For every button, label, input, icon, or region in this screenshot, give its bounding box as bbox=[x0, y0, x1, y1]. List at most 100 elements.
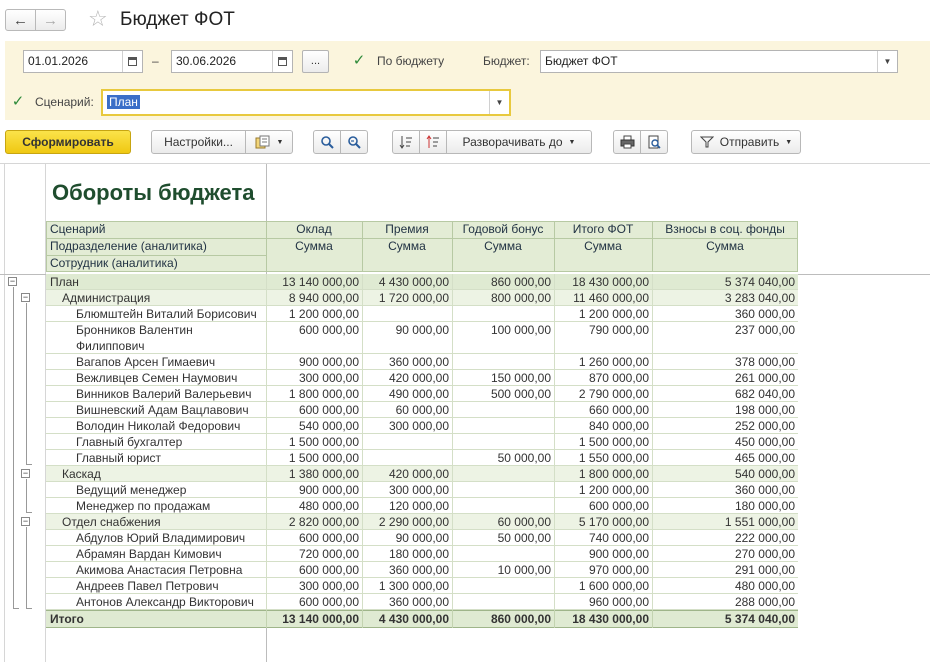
value-cell: 378 000,00 bbox=[734, 355, 795, 369]
print-preview-button[interactable] bbox=[640, 130, 668, 154]
value-cell: 600 000,00 bbox=[588, 499, 649, 513]
column-subheader: Сумма bbox=[388, 239, 426, 253]
value-cell: 960 000,00 bbox=[588, 595, 649, 609]
page-title: Бюджет ФОТ bbox=[120, 9, 235, 30]
value-cell: 420 000,00 bbox=[388, 371, 449, 385]
value-cell: 60 000,00 bbox=[497, 515, 551, 529]
value-cell: 1 800 000,00 bbox=[288, 387, 359, 401]
by-budget-label: По бюджету bbox=[377, 54, 445, 68]
collapse-group-icon[interactable]: − bbox=[21, 517, 30, 526]
by-budget-checkbox[interactable]: ✓ bbox=[351, 52, 367, 69]
total-value-cell: 18 430 000,00 bbox=[572, 612, 649, 626]
value-cell: 360 000,00 bbox=[734, 307, 795, 321]
value-cell: 5 170 000,00 bbox=[578, 515, 649, 529]
date-from-value: 01.01.2026 bbox=[28, 54, 89, 68]
date-to-calendar-button[interactable] bbox=[272, 51, 292, 72]
header-row-divider bbox=[46, 255, 266, 256]
report-spreadsheet[interactable]: Обороты бюджета Сценарий Подразделение (а… bbox=[0, 163, 930, 662]
cell-divider bbox=[452, 354, 453, 370]
report-parameters-panel: 01.01.2026 – 30.06.2026 ... ✓ По бюджету… bbox=[5, 41, 930, 120]
total-value-cell: 860 000,00 bbox=[490, 612, 551, 626]
value-cell: 360 000,00 bbox=[388, 595, 449, 609]
cell-divider bbox=[452, 498, 453, 514]
value-cell: 1 551 000,00 bbox=[724, 515, 795, 529]
outline-bracket bbox=[26, 479, 27, 512]
outline-bracket bbox=[26, 527, 27, 608]
value-cell: 540 000,00 bbox=[298, 419, 359, 433]
forward-button[interactable]: → bbox=[35, 9, 66, 31]
period-select-button[interactable]: ... bbox=[302, 50, 329, 73]
value-cell: 1 500 000,00 bbox=[288, 451, 359, 465]
column-header: Итого ФОТ bbox=[572, 222, 634, 236]
collapse-group-icon[interactable]: − bbox=[8, 277, 17, 286]
value-cell: 300 000,00 bbox=[388, 483, 449, 497]
cell-divider bbox=[452, 434, 453, 450]
row-label: Отдел снабжения bbox=[62, 515, 161, 529]
value-cell: 480 000,00 bbox=[298, 499, 359, 513]
value-cell: 870 000,00 bbox=[588, 371, 649, 385]
row-label: План bbox=[50, 275, 79, 289]
find-next-button[interactable] bbox=[340, 130, 368, 154]
back-button[interactable]: ← bbox=[5, 9, 36, 31]
value-cell: 660 000,00 bbox=[588, 403, 649, 417]
date-from-field[interactable]: 01.01.2026 bbox=[23, 50, 143, 73]
value-cell: 300 000,00 bbox=[298, 579, 359, 593]
print-button[interactable] bbox=[613, 130, 641, 154]
outline-gutter-border bbox=[4, 164, 5, 662]
value-cell: 360 000,00 bbox=[388, 563, 449, 577]
budget-field[interactable]: Бюджет ФОТ ▼ bbox=[540, 50, 898, 73]
scenario-checkbox[interactable]: ✓ bbox=[10, 93, 26, 110]
row-label: Володин Николай Федорович bbox=[76, 419, 241, 433]
scenario-label: Сценарий: bbox=[35, 95, 94, 109]
row-header-label: Сотрудник (аналитика) bbox=[50, 256, 178, 270]
checkmark-icon: ✓ bbox=[352, 52, 366, 69]
generate-button[interactable]: Сформировать bbox=[5, 130, 131, 154]
value-cell: 720 000,00 bbox=[298, 547, 359, 561]
value-cell: 465 000,00 bbox=[734, 451, 795, 465]
budget-dropdown-button[interactable]: ▼ bbox=[877, 51, 897, 72]
row-label: Вагапов Арсен Гимаевич bbox=[76, 355, 216, 369]
search-icon bbox=[321, 136, 334, 149]
collapse-groups-button[interactable] bbox=[392, 130, 420, 154]
value-cell: 1 720 000,00 bbox=[378, 291, 449, 305]
value-cell: 1 550 000,00 bbox=[578, 451, 649, 465]
value-cell: 1 200 000,00 bbox=[578, 483, 649, 497]
favorite-star-icon[interactable]: ☆ bbox=[88, 7, 108, 31]
value-cell: 261 000,00 bbox=[734, 371, 795, 385]
value-cell: 490 000,00 bbox=[388, 387, 449, 401]
collapse-group-icon[interactable]: − bbox=[21, 469, 30, 478]
variants-button[interactable]: ▼ bbox=[245, 130, 293, 154]
value-cell: 420 000,00 bbox=[388, 467, 449, 481]
value-cell: 1 380 000,00 bbox=[288, 467, 359, 481]
row-label: Вежливцев Семен Наумович bbox=[76, 371, 238, 385]
date-from-calendar-button[interactable] bbox=[122, 51, 142, 72]
row-label: Винников Валерий Валерьевич bbox=[76, 387, 252, 401]
scenario-dropdown-button[interactable]: ▼ bbox=[489, 91, 509, 114]
expand-to-button[interactable]: Разворачивать до ▼ bbox=[446, 130, 592, 154]
value-cell: 150 000,00 bbox=[490, 371, 551, 385]
send-button[interactable]: Отправить ▼ bbox=[691, 130, 801, 154]
cell-divider bbox=[452, 546, 453, 562]
settings-button[interactable]: Настройки... bbox=[151, 130, 246, 154]
value-cell: 288 000,00 bbox=[734, 595, 795, 609]
expand-groups-button[interactable] bbox=[419, 130, 447, 154]
date-to-field[interactable]: 30.06.2026 bbox=[171, 50, 293, 73]
header-row-divider bbox=[46, 238, 266, 239]
value-cell: 5 374 040,00 bbox=[724, 275, 795, 289]
total-value-cell: 13 140 000,00 bbox=[282, 612, 359, 626]
scenario-field[interactable]: План ▼ bbox=[101, 89, 511, 116]
value-cell: 3 283 040,00 bbox=[724, 291, 795, 305]
column-header: Годовой бонус bbox=[462, 222, 544, 236]
value-cell: 18 430 000,00 bbox=[572, 275, 649, 289]
row-label: Ведущий менеджер bbox=[76, 483, 187, 497]
value-cell: 480 000,00 bbox=[734, 579, 795, 593]
cell-divider bbox=[362, 434, 363, 450]
value-cell: 8 940 000,00 bbox=[288, 291, 359, 305]
chevron-down-icon: ▼ bbox=[495, 97, 504, 107]
value-cell: 840 000,00 bbox=[588, 419, 649, 433]
value-cell: 180 000,00 bbox=[734, 499, 795, 513]
value-cell: 1 200 000,00 bbox=[288, 307, 359, 321]
outline-bracket-end bbox=[26, 464, 32, 465]
collapse-group-icon[interactable]: − bbox=[21, 293, 30, 302]
find-button[interactable] bbox=[313, 130, 341, 154]
